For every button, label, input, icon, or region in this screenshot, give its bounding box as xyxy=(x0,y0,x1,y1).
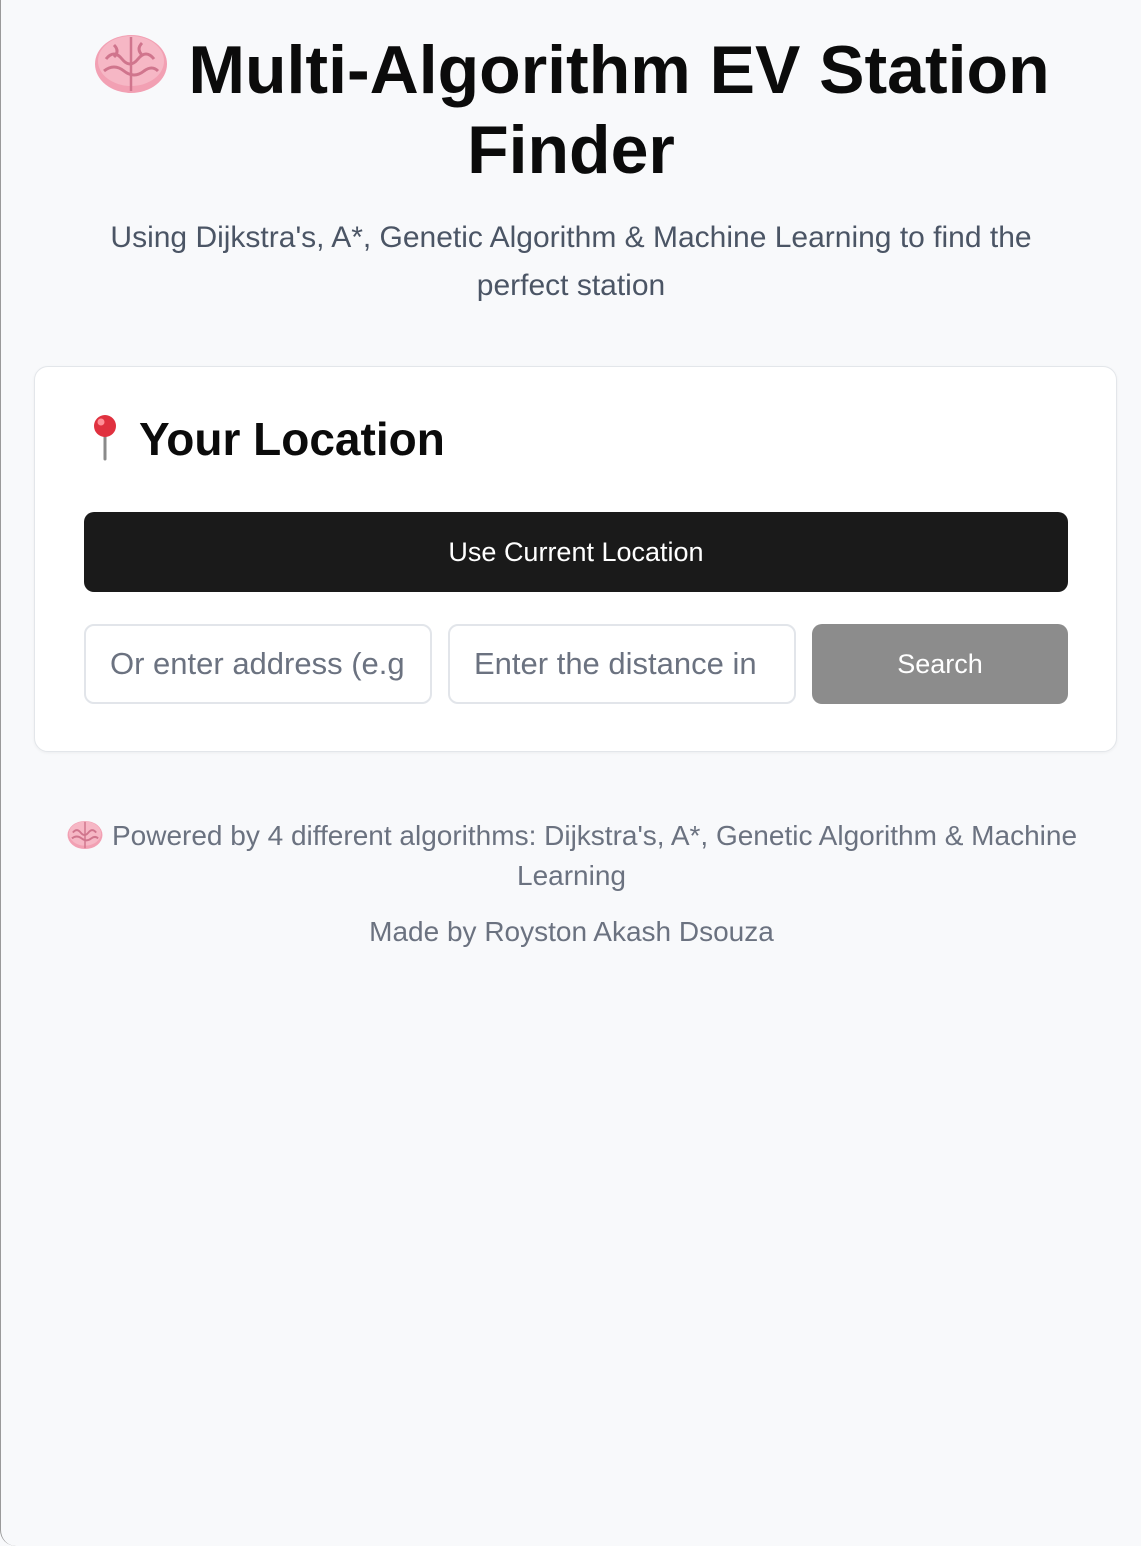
powered-by-text: Powered by 4 different algorithms: Dijks… xyxy=(57,816,1087,896)
pin-icon xyxy=(94,415,116,461)
search-button[interactable]: Search xyxy=(812,624,1068,704)
page-footer: Powered by 4 different algorithms: Dijks… xyxy=(1,816,1141,952)
page-title-text: Multi-Algorithm EV Station Finder xyxy=(188,32,1050,188)
distance-input[interactable] xyxy=(448,624,796,704)
powered-by-label: Powered by 4 different algorithms: Dijks… xyxy=(111,820,1078,891)
location-card-title: Your Location xyxy=(85,409,445,469)
page-header: Multi-Algorithm EV Station Finder Using … xyxy=(1,0,1141,310)
location-card: Your Location Use Current Location Searc… xyxy=(34,366,1117,752)
app-window: Multi-Algorithm EV Station Finder Using … xyxy=(0,0,1141,1546)
location-card-title-text: Your Location xyxy=(139,413,445,465)
page-title: Multi-Algorithm EV Station Finder xyxy=(41,30,1101,190)
use-current-location-button[interactable]: Use Current Location xyxy=(84,512,1068,592)
brain-icon xyxy=(95,35,168,93)
brain-icon xyxy=(67,820,103,850)
address-input[interactable] xyxy=(84,624,432,704)
page-subtitle: Using Dijkstra's, A*, Genetic Algorithm … xyxy=(110,221,1032,302)
author-credit: Made by Royston Akash Dsouza xyxy=(369,916,774,947)
